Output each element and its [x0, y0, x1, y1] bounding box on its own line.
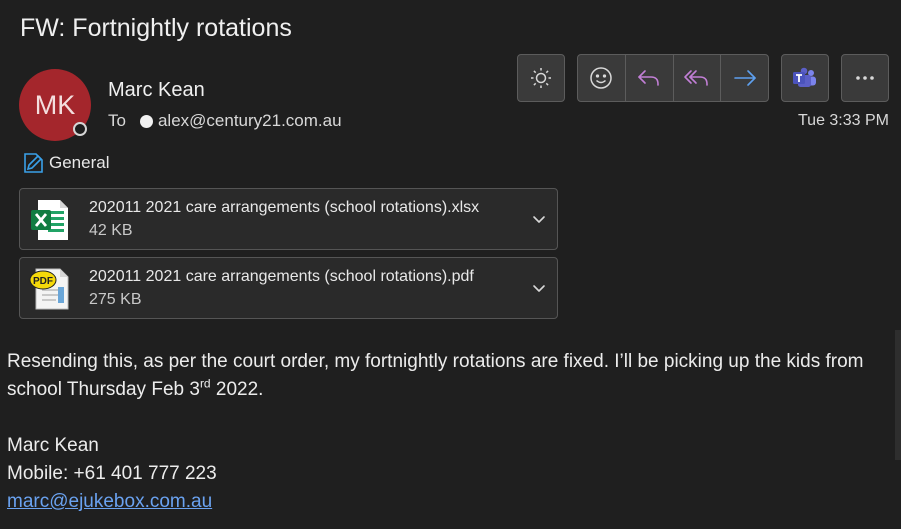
- email-subject: FW: Fortnightly rotations: [20, 14, 292, 42]
- forward-icon: [733, 70, 756, 86]
- svg-text:PDF: PDF: [33, 276, 53, 287]
- react-button[interactable]: [578, 55, 626, 101]
- reply-icon: [638, 70, 659, 86]
- message-body: Resending this, as per the court order, …: [7, 348, 887, 516]
- reply-all-button[interactable]: [674, 55, 722, 101]
- teams-button[interactable]: [781, 54, 829, 102]
- more-icon: [856, 76, 874, 80]
- sun-icon: [531, 68, 551, 88]
- body-text-end: 2022.: [210, 379, 264, 400]
- recipient-presence-icon: [139, 114, 153, 128]
- sender-name[interactable]: Marc Kean: [108, 79, 205, 102]
- excel-file-icon: [31, 200, 68, 240]
- teams-icon: [793, 67, 816, 87]
- to-label: To: [108, 111, 126, 130]
- category-tag[interactable]: General: [23, 151, 109, 175]
- forward-button[interactable]: [721, 55, 768, 101]
- attachment-name: 202011 2021 care arrangements (school ro…: [89, 199, 480, 216]
- attachment-name: 202011 2021 care arrangements (school ro…: [89, 268, 474, 285]
- attachment-size: 275 KB: [89, 291, 142, 308]
- avatar-initials: MK: [34, 89, 76, 120]
- category-label: General: [49, 153, 110, 172]
- body-paragraph: Resending this, as per the court order, …: [7, 348, 887, 404]
- brightness-button[interactable]: [517, 54, 565, 102]
- reply-all-icon: [684, 70, 708, 86]
- scrollbar[interactable]: [895, 330, 901, 460]
- sensitivity-label-icon: [24, 153, 43, 173]
- presence-status-icon: [73, 122, 87, 136]
- recipient-row: To alex@century21.com.au: [108, 111, 342, 131]
- date-ordinal-suffix: rd: [199, 376, 211, 391]
- reply-actions-group: [577, 54, 769, 102]
- attachment-item[interactable]: 202011 2021 care arrangements (school ro…: [19, 188, 558, 250]
- chevron-down-icon[interactable]: [531, 280, 547, 296]
- reply-button[interactable]: [626, 55, 674, 101]
- attachment-item[interactable]: PDF 202011 2021 care arrangements (schoo…: [19, 257, 558, 319]
- body-text-main: Resending this, as per the court order, …: [7, 351, 864, 400]
- pdf-file-icon: PDF: [29, 268, 69, 310]
- received-date: Tue 3:33 PM: [797, 112, 889, 129]
- attachment-size: 42 KB: [89, 222, 133, 239]
- signature-email-link[interactable]: marc@ejukebox.com.au: [7, 491, 212, 512]
- recipient-address[interactable]: alex@century21.com.au: [158, 111, 342, 131]
- signature-name: Marc Kean: [7, 435, 99, 456]
- chevron-down-icon[interactable]: [531, 211, 547, 227]
- emoji-icon: [590, 67, 613, 89]
- more-actions-button[interactable]: [841, 54, 889, 102]
- signature-mobile: Mobile: +61 401 777 223: [7, 463, 217, 484]
